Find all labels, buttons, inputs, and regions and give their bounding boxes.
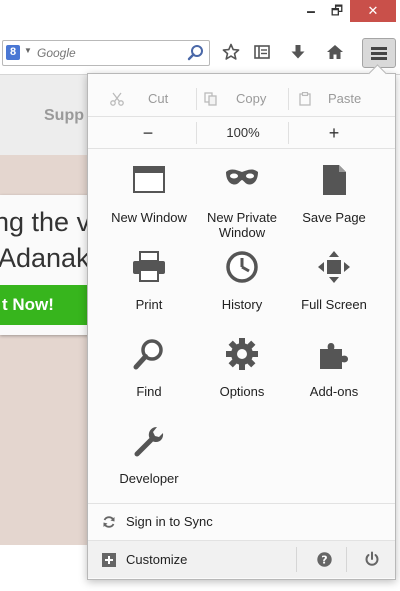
separator (88, 116, 395, 117)
quit-button[interactable] (350, 541, 394, 578)
help-icon: ? (317, 552, 332, 567)
cut-button[interactable]: Cut (110, 84, 198, 114)
edit-controls-row: Cut Copy Paste (88, 84, 395, 114)
clipboard-icon (299, 92, 311, 106)
zoom-out-button[interactable]: − (118, 119, 178, 147)
edit-separator (196, 88, 197, 110)
sign-in-to-sync-button[interactable]: Sign in to Sync (88, 504, 395, 540)
customize-button[interactable]: Customize (88, 541, 293, 578)
puzzle-icon (320, 343, 348, 369)
gear-icon (226, 338, 258, 370)
bookmarks-list-icon (254, 45, 270, 59)
clock-icon (226, 251, 258, 283)
private-mask-icon (226, 169, 258, 185)
menu-item-label: New Private Window (206, 210, 278, 240)
navigation-toolbar: 8 ▼ (0, 30, 400, 75)
bookmark-star-button[interactable] (218, 40, 244, 64)
save-page-icon (323, 165, 346, 195)
sync-label: Sign in to Sync (126, 514, 213, 529)
menu-item-new-window[interactable]: New Window (99, 163, 199, 225)
edit-separator (288, 88, 289, 110)
search-icon[interactable] (187, 44, 205, 62)
separator (88, 148, 395, 149)
page-hero-card: ng the v Adanak t Now! (0, 195, 90, 335)
fullscreen-icon (318, 251, 350, 283)
menu-item-full-screen[interactable]: Full Screen (284, 250, 384, 312)
maximize-button[interactable]: 🗗 (322, 0, 352, 22)
search-engine-icon[interactable]: 8 (6, 45, 20, 60)
menu-footer: Customize ? (88, 541, 395, 578)
zoom-separator (196, 122, 197, 144)
new-window-icon (133, 166, 165, 193)
menu-item-label: Find (136, 384, 162, 399)
main-menu-panel: Cut Copy Paste − 100% + New Window New P… (87, 64, 396, 580)
search-input[interactable] (37, 44, 185, 62)
paste-button[interactable]: Paste (298, 84, 388, 114)
cut-label: Cut (148, 91, 169, 106)
zoom-separator (288, 122, 289, 144)
download-arrow-icon (291, 45, 305, 59)
magnifier-icon (133, 339, 163, 370)
customize-label: Customize (126, 552, 188, 567)
menu-item-history[interactable]: History (192, 250, 292, 312)
page-cta-button[interactable]: t Now! (0, 285, 90, 325)
menu-item-find[interactable]: Find (99, 337, 199, 399)
close-icon: ✕ (367, 3, 379, 18)
open-menu-button[interactable] (362, 38, 396, 68)
zoom-in-button[interactable]: + (304, 119, 364, 147)
search-box[interactable]: 8 ▼ (2, 40, 210, 66)
page-headline-line1: ng the v (0, 207, 91, 237)
menu-item-add-ons[interactable]: Add-ons (284, 337, 384, 399)
footer-separator (296, 547, 297, 572)
menu-item-label: Full Screen (301, 297, 367, 312)
scissors-icon (110, 92, 124, 106)
downloads-button[interactable] (285, 40, 311, 64)
menu-item-print[interactable]: Print (99, 250, 199, 312)
hamburger-icon-line (371, 57, 387, 60)
menu-item-new-private-window[interactable]: New Private Window (192, 163, 292, 240)
plus-box-icon (102, 553, 116, 567)
help-button[interactable]: ? (304, 541, 344, 578)
copy-icon (204, 92, 217, 106)
paste-label: Paste (328, 91, 362, 106)
wrench-icon (134, 427, 164, 457)
menu-item-label: Developer (119, 471, 179, 486)
close-button[interactable]: ✕ (350, 0, 396, 22)
page-support-link[interactable]: Supp (44, 107, 84, 125)
star-icon (222, 43, 240, 60)
home-button[interactable] (322, 40, 348, 64)
menu-item-options[interactable]: Options (192, 337, 292, 399)
menu-item-label: Print (135, 297, 163, 312)
sync-icon (103, 516, 115, 528)
menu-item-save-page[interactable]: Save Page (284, 163, 384, 225)
hamburger-icon-line (371, 52, 387, 55)
maximize-icon: 🗗 (330, 3, 344, 18)
minimize-icon: 🗕 (306, 3, 316, 18)
home-icon (327, 45, 343, 59)
svg-text:?: ? (321, 554, 327, 567)
engine-dropdown-caret-icon[interactable]: ▼ (24, 46, 32, 55)
zoom-reset-button[interactable]: 100% (198, 119, 288, 147)
title-bar: 🗕 🗗 ✕ (0, 0, 400, 30)
bookmarks-menu-button[interactable] (249, 40, 275, 64)
zoom-controls-row: − 100% + (88, 119, 395, 147)
page-headline-line2: Adanak (0, 243, 90, 273)
menu-item-label: Options (219, 384, 265, 399)
menu-item-label: History (221, 297, 263, 312)
menu-item-label: Add-ons (309, 384, 359, 399)
footer-separator (346, 547, 347, 572)
menu-item-developer[interactable]: Developer (99, 424, 199, 486)
printer-icon (133, 251, 165, 282)
menu-item-label: Save Page (302, 210, 366, 225)
menu-item-label: New Window (111, 210, 187, 225)
hamburger-icon (371, 47, 387, 50)
copy-label: Copy (236, 91, 267, 106)
copy-button[interactable]: Copy (204, 84, 290, 114)
power-icon (365, 551, 379, 566)
